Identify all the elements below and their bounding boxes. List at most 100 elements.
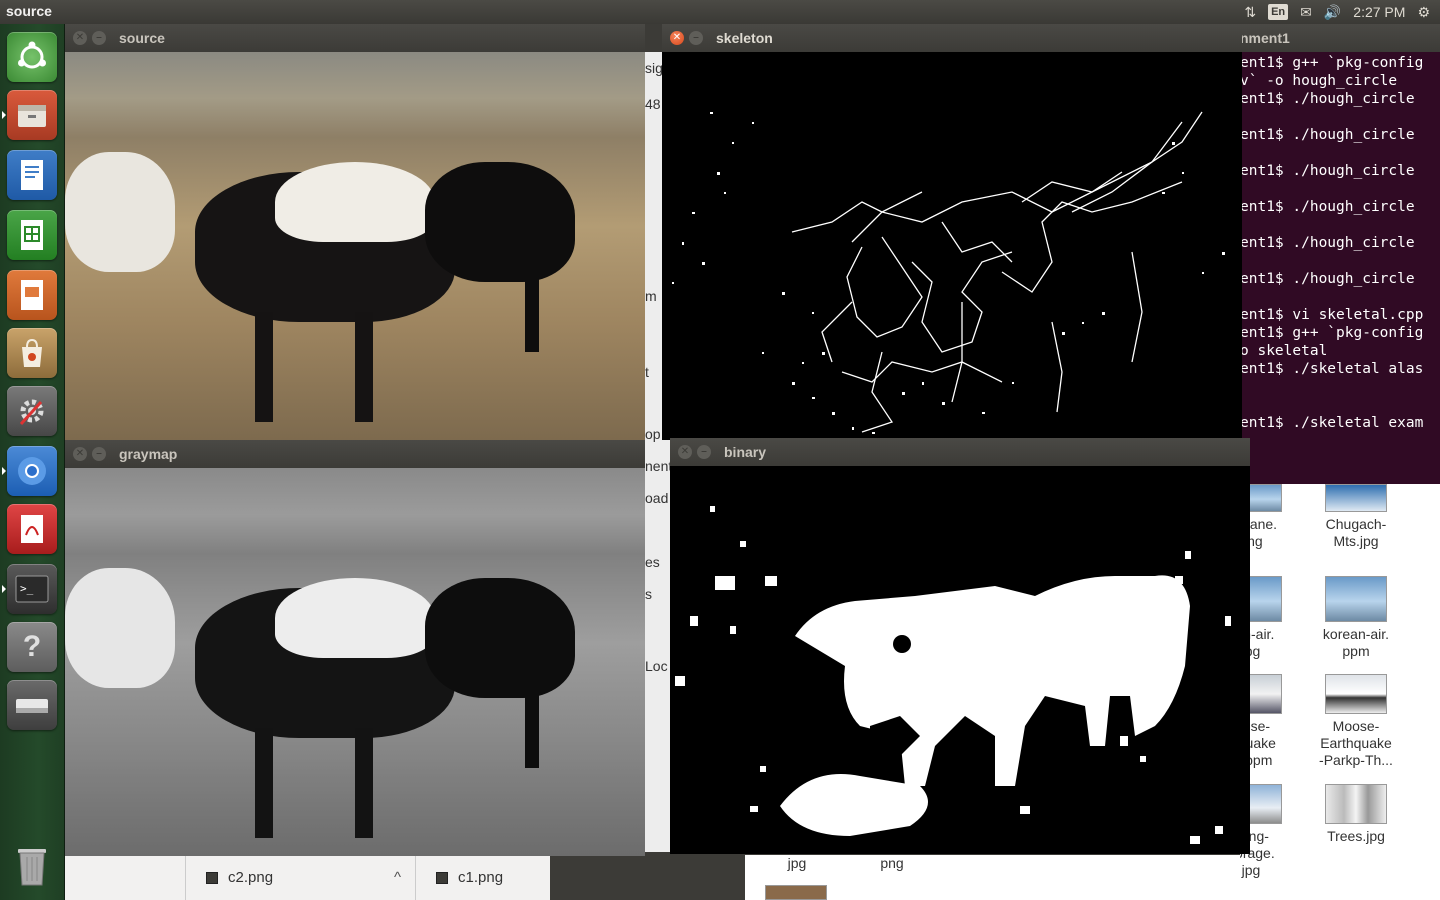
impress-icon[interactable] [7, 270, 57, 320]
file-icon [436, 871, 448, 884]
field-photo-grayscale [65, 468, 645, 856]
terminal-window[interactable]: nment1 ent1$ g++ `pkg-config v` -o hough_… [1240, 24, 1440, 484]
gap-text: s [645, 586, 652, 602]
terminal-line: ent1$ ./skeletal exam [1240, 415, 1424, 431]
keyboard-language-indicator[interactable]: En [1268, 4, 1289, 20]
chromium-icon[interactable] [2, 446, 57, 496]
minimize-icon[interactable]: – [689, 31, 703, 45]
window-titlebar[interactable]: ✕ – binary [670, 438, 1250, 466]
terminal-line: ent1$ ./hough_circle [1240, 91, 1415, 107]
close-icon[interactable]: ✕ [678, 445, 692, 459]
skeleton-window[interactable]: ✕ – skeleton [662, 24, 1242, 440]
cow-leg [355, 312, 373, 422]
close-icon[interactable]: ✕ [73, 31, 87, 45]
window-title: graymap [119, 446, 178, 462]
download-filename: c2.png [228, 869, 274, 886]
trash-icon[interactable] [7, 840, 57, 890]
terminal-line: o skeletal [1240, 343, 1328, 359]
system-settings-icon[interactable] [7, 386, 57, 436]
volume-icon[interactable]: 🔊 [1324, 0, 1341, 24]
download-filename: c1.png [458, 869, 504, 886]
field-photo [65, 52, 645, 440]
terminal-line: ent1$ ./hough_circle [1240, 163, 1415, 179]
clock[interactable]: 2:27 PM [1353, 0, 1405, 24]
window-title: source [119, 30, 165, 46]
pdf-reader-icon[interactable] [7, 504, 57, 554]
ubuntu-dash-icon[interactable] [7, 32, 57, 82]
power-gear-icon[interactable]: ⚙ [1417, 0, 1430, 24]
file-label: png [880, 855, 904, 871]
software-center-icon[interactable] [7, 328, 57, 378]
launcher: >_ ? [0, 24, 65, 900]
gap-text: Loc [645, 658, 668, 674]
terminal-line: ent1$ vi skeletal.cpp [1240, 307, 1424, 323]
file-manager-window[interactable]: h-Plane.png Chugach-Mts.jpg ean-air.jpg … [1240, 484, 1440, 900]
chevron-up-icon[interactable]: ^ [394, 869, 401, 886]
file-item[interactable]: Chugach- Mts.jpg [1311, 484, 1401, 550]
window-titlebar[interactable]: ✕ – graymap [65, 440, 645, 468]
terminal-line: ent1$ g++ `pkg-config [1240, 55, 1424, 71]
top-panel: source ⇅ En ✉ 🔊 2:27 PM ⚙ [0, 0, 1440, 24]
close-icon[interactable]: ✕ [670, 31, 684, 45]
file-thumbnail [1325, 784, 1387, 824]
terminal-line: v` -o hough_circle [1240, 73, 1398, 89]
cow-leg [255, 728, 273, 838]
download-item[interactable]: c1.png [415, 855, 550, 900]
graymap-window[interactable]: ✕ – graymap [65, 440, 645, 856]
minimize-icon[interactable]: – [92, 447, 106, 461]
skeleton-image [662, 52, 1242, 440]
network-updown-icon[interactable]: ⇅ [1244, 0, 1256, 24]
cow-leg [525, 272, 539, 352]
window-title: skeleton [716, 30, 773, 46]
indicator-area: ⇅ En ✉ 🔊 2:27 PM ⚙ [1244, 0, 1430, 24]
window-titlebar[interactable]: ✕ – source [65, 24, 645, 52]
terminal-line: ent1$ ./hough_circle [1240, 199, 1415, 215]
gap-text: op [645, 426, 661, 442]
file-item[interactable]: korean-air. ppm [1311, 576, 1401, 660]
terminal-line: ent1$ g++ `pkg-config [1240, 325, 1424, 341]
terminal-titlebar[interactable]: nment1 [1240, 24, 1440, 52]
background-gap [550, 855, 750, 900]
active-app-title: source [6, 3, 52, 19]
gap-text: 48 [645, 96, 661, 112]
file-thumbnail [1325, 576, 1387, 622]
file-item[interactable]: Moose- Earthquake -Parkp-Th... [1311, 674, 1401, 769]
terminal-title: nment1 [1240, 30, 1290, 46]
source-image [65, 52, 645, 440]
minimize-icon[interactable]: – [697, 445, 711, 459]
terminal-line: ent1$ ./skeletal alas [1240, 361, 1424, 377]
binary-window[interactable]: ✕ – binary [670, 438, 1250, 854]
window-title: binary [724, 444, 767, 460]
terminal-output[interactable]: ent1$ g++ `pkg-config v` -o hough_circle e… [1240, 54, 1440, 432]
source-window[interactable]: ✕ – source [65, 24, 645, 440]
file-item[interactable]: Trees.jpg [1311, 784, 1401, 845]
file-icon [206, 871, 218, 884]
window-titlebar[interactable]: ✕ – skeleton [662, 24, 1242, 52]
calc-icon[interactable] [7, 210, 57, 260]
files-icon[interactable] [2, 90, 57, 140]
help-icon[interactable]: ? [7, 622, 57, 672]
mail-icon[interactable]: ✉ [1300, 0, 1312, 24]
file-thumbnail[interactable] [765, 885, 827, 900]
white-patch [275, 162, 435, 242]
drive-icon[interactable] [7, 680, 57, 730]
terminal-icon[interactable]: >_ [2, 564, 57, 614]
terminal-line: ent1$ ./hough_circle [1240, 271, 1415, 287]
binary-image [670, 466, 1250, 854]
svg-text:>_: >_ [20, 582, 34, 595]
white-cow [65, 568, 175, 688]
download-item[interactable]: c2.png ^ [185, 855, 415, 900]
gap-text: m [645, 288, 657, 304]
gap-text: es [645, 554, 660, 570]
writer-icon[interactable] [7, 150, 57, 200]
close-icon[interactable]: ✕ [73, 447, 87, 461]
terminal-line: ent1$ ./hough_circle [1240, 235, 1415, 251]
minimize-icon[interactable]: – [92, 31, 106, 45]
gap-text: t [645, 364, 649, 380]
